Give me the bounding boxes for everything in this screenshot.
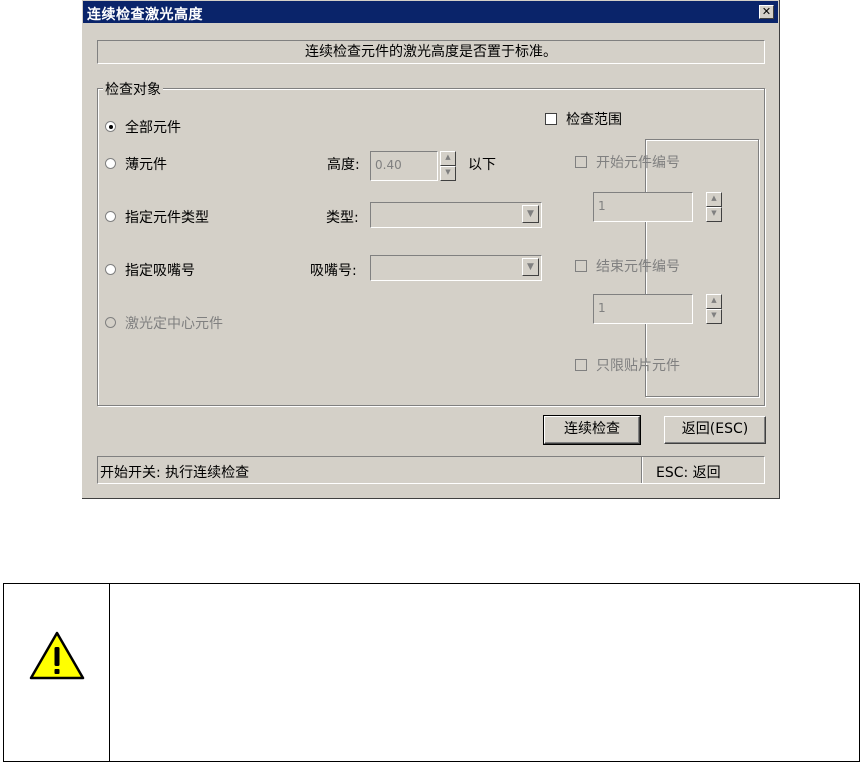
group-label: 检查对象 xyxy=(103,79,163,99)
check-range-checkbox[interactable] xyxy=(545,113,557,125)
radio-indicator[interactable] xyxy=(105,264,116,275)
end-number-label: 结束元件编号 xyxy=(596,259,680,275)
warning-triangle-icon xyxy=(29,631,85,680)
start-number-input: 1 xyxy=(593,192,693,222)
type-label: 类型: xyxy=(326,210,359,226)
radio-indicator[interactable] xyxy=(105,158,116,169)
back-esc-button[interactable]: 返回(ESC) xyxy=(664,416,766,444)
radio-indicator[interactable] xyxy=(105,121,116,132)
warning-divider xyxy=(109,584,110,761)
message-panel: 连续检查元件的激光高度是否置于标准。 xyxy=(97,40,765,64)
start-number-checkbox xyxy=(575,156,587,168)
end-number-checkbox xyxy=(575,260,587,272)
title-bar: 连续检查激光高度 ✕ xyxy=(83,1,778,23)
close-button[interactable]: ✕ xyxy=(759,5,774,19)
warning-table xyxy=(3,583,860,762)
spin-up-icon[interactable]: ▲ xyxy=(440,151,456,166)
radio-indicator[interactable] xyxy=(105,211,116,222)
height-spinner[interactable]: ▲ ▼ xyxy=(440,151,456,181)
radio-label: 全部元件 xyxy=(125,120,181,136)
start-number-spinner: ▲ ▼ xyxy=(706,192,722,222)
check-range-label: 检查范围 xyxy=(566,112,622,128)
status-right: ESC: 返回 xyxy=(656,465,721,481)
status-left: 开始开关: 执行连续检查 xyxy=(100,465,250,481)
window-title: 连续检查激光高度 xyxy=(87,7,203,23)
chip-only-checkbox xyxy=(575,359,587,371)
status-bar: 开始开关: 执行连续检查 ESC: 返回 xyxy=(97,456,765,484)
radio-label: 薄元件 xyxy=(125,157,167,173)
end-number-input: 1 xyxy=(593,294,693,324)
nozzle-combo[interactable]: ▼ xyxy=(370,255,542,281)
type-combo[interactable]: ▼ xyxy=(370,202,542,228)
spin-down-icon[interactable]: ▼ xyxy=(440,166,456,181)
spin-down-icon: ▼ xyxy=(706,207,722,222)
continue-check-button[interactable]: 连续检查 xyxy=(543,415,641,445)
height-input[interactable]: 0.40 xyxy=(370,151,438,181)
dropdown-arrow-icon[interactable]: ▼ xyxy=(522,205,539,223)
end-number-spinner: ▲ ▼ xyxy=(706,294,722,324)
spin-up-icon: ▲ xyxy=(706,294,722,309)
spin-up-icon: ▲ xyxy=(706,192,722,207)
radio-indicator xyxy=(105,317,116,328)
start-number-label: 开始元件编号 xyxy=(596,155,680,171)
spin-down-icon: ▼ xyxy=(706,309,722,324)
nozzle-label: 吸嘴号: xyxy=(310,263,357,279)
radio-label: 指定元件类型 xyxy=(125,210,209,226)
height-suffix: 以下 xyxy=(468,157,496,173)
status-separator xyxy=(641,457,643,483)
dropdown-arrow-icon[interactable]: ▼ xyxy=(522,258,539,276)
radio-label: 激光定中心元件 xyxy=(125,316,223,332)
height-label: 高度: xyxy=(327,157,360,173)
radio-label: 指定吸嘴号 xyxy=(125,263,195,279)
chip-only-label: 只限贴片元件 xyxy=(596,358,680,374)
dialog-window: 连续检查激光高度 ✕ 连续检查元件的激光高度是否置于标准。 检查对象 全部元件 … xyxy=(82,0,780,499)
